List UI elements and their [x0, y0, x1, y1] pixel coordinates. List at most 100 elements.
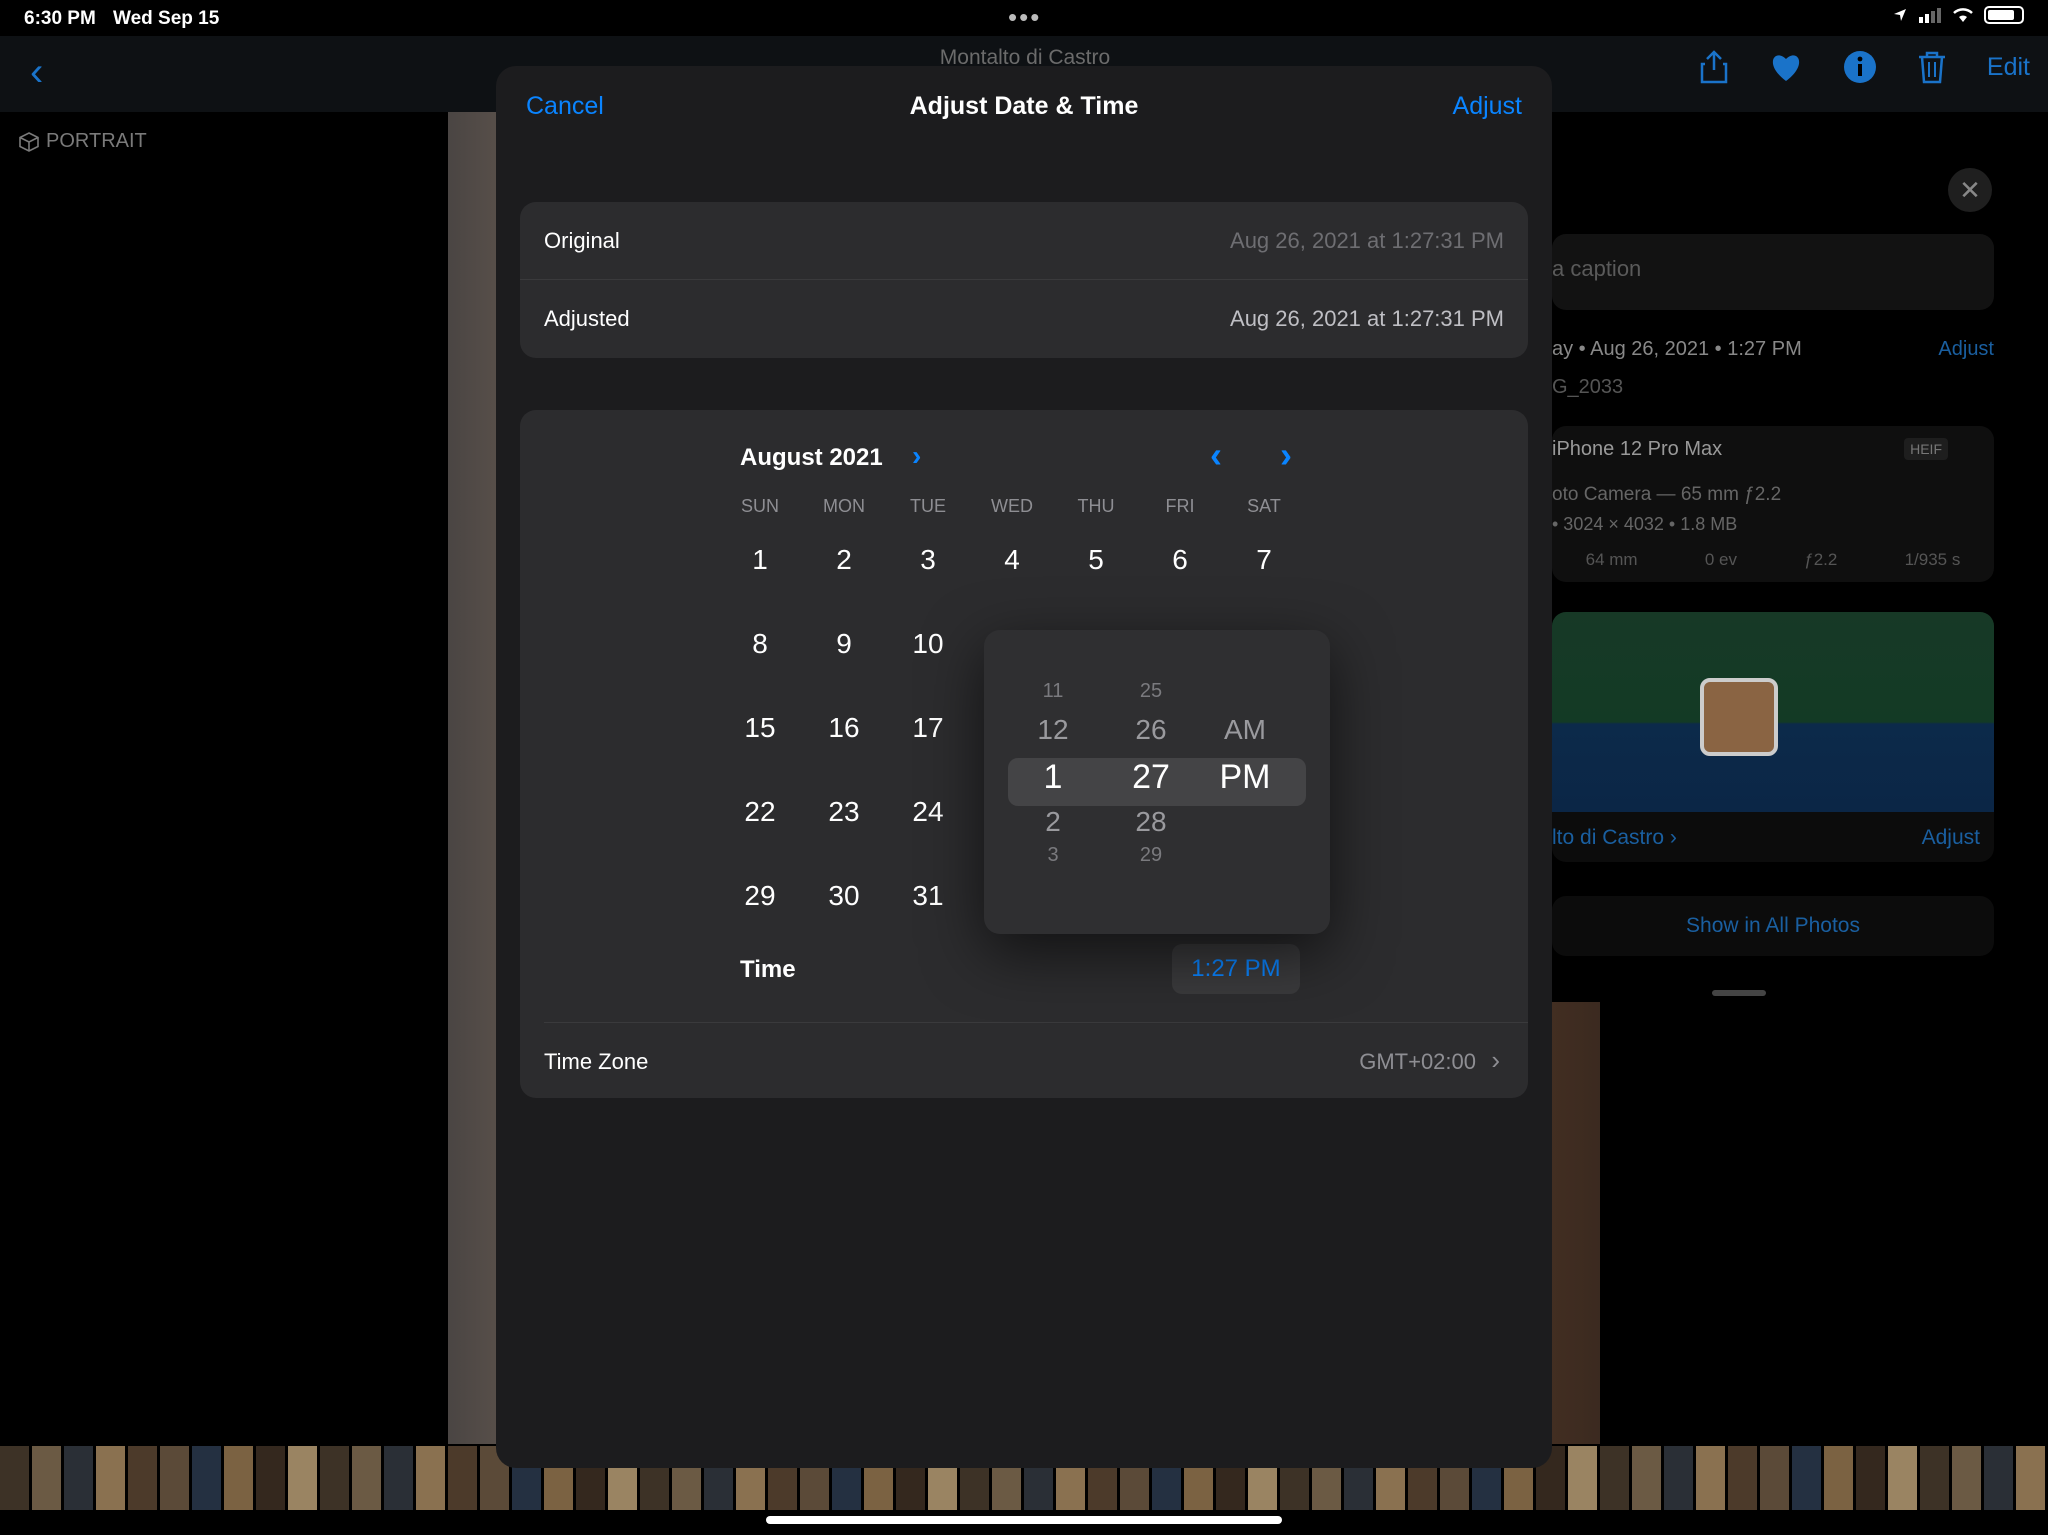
back-button[interactable]: ‹	[30, 50, 43, 95]
calendar-day-17[interactable]: 17	[898, 712, 958, 744]
format-badge: HEIF	[1904, 438, 1948, 460]
show-in-all-photos-button[interactable]: Show in All Photos	[1552, 896, 1994, 956]
filmstrip-thumbnail[interactable]	[1952, 1446, 1981, 1510]
calendar-day-8[interactable]: 8	[730, 628, 790, 660]
camera-info-card: iPhone 12 Pro Max HEIF oto Camera — 65 m…	[1552, 426, 1994, 582]
wifi-icon	[1953, 8, 1973, 22]
calendar-day-4[interactable]: 4	[982, 544, 1042, 576]
picker-minute-25[interactable]: 25	[1116, 680, 1186, 703]
filmstrip-thumbnail[interactable]	[0, 1446, 29, 1510]
location-icon	[1894, 9, 1906, 21]
filmstrip-thumbnail[interactable]	[192, 1446, 221, 1510]
calendar-day-15[interactable]: 15	[730, 712, 790, 744]
calendar-day-30[interactable]: 30	[814, 880, 874, 912]
filmstrip-thumbnail[interactable]	[1920, 1446, 1949, 1510]
picker-period-pm[interactable]: PM	[1210, 758, 1280, 797]
calendar-day-16[interactable]: 16	[814, 712, 874, 744]
favorite-heart-icon[interactable]	[1769, 52, 1803, 82]
filmstrip-thumbnail[interactable]	[96, 1446, 125, 1510]
location-adjust-link[interactable]: Adjust	[1922, 826, 1980, 850]
filmstrip-thumbnail[interactable]	[64, 1446, 93, 1510]
filmstrip-thumbnail[interactable]	[1824, 1446, 1853, 1510]
calendar-day-2[interactable]: 2	[814, 544, 874, 576]
shutter-speed: 1/935 s	[1904, 550, 1961, 569]
time-button[interactable]: 1:27 PM	[1172, 944, 1300, 994]
info-adjust-date-link[interactable]: Adjust	[1938, 338, 1994, 361]
time-label: Time	[740, 956, 796, 983]
panel-grabber[interactable]	[1712, 990, 1766, 996]
location-row: lto di Castro › Adjust	[1552, 812, 1994, 862]
date-summary-group: Original Aug 26, 2021 at 1:27:31 PM Adju…	[520, 202, 1528, 358]
time-picker-popover[interactable]: 11 12 1 2 3 25 26 27 28 29 AM PM	[984, 630, 1330, 934]
picker-hour-2[interactable]: 2	[1018, 806, 1088, 838]
filmstrip-thumbnail[interactable]	[2016, 1446, 2045, 1510]
caption-input[interactable]: a caption	[1552, 234, 1994, 310]
edit-button[interactable]: Edit	[1987, 53, 2030, 82]
calendar-day-31[interactable]: 31	[898, 880, 958, 912]
filmstrip-thumbnail[interactable]	[1984, 1446, 2013, 1510]
filmstrip-thumbnail[interactable]	[1888, 1446, 1917, 1510]
camera-model: iPhone 12 Pro Max	[1552, 438, 1723, 460]
filmstrip-thumbnail[interactable]	[1664, 1446, 1693, 1510]
trash-icon[interactable]	[1917, 50, 1947, 84]
filmstrip-thumbnail[interactable]	[1696, 1446, 1725, 1510]
original-row: Original Aug 26, 2021 at 1:27:31 PM	[520, 202, 1528, 280]
home-indicator[interactable]	[766, 1516, 1282, 1524]
previous-month-button[interactable]: ‹	[1210, 434, 1222, 476]
filmstrip-thumbnail[interactable]	[352, 1446, 381, 1510]
calendar-day-10[interactable]: 10	[898, 628, 958, 660]
adjusted-label: Adjusted	[544, 306, 630, 331]
filmstrip-thumbnail[interactable]	[1792, 1446, 1821, 1510]
picker-hour-1[interactable]: 1	[1018, 758, 1088, 797]
info-panel: ✕ a caption ay • Aug 26, 2021 • 1:27 PM …	[1552, 112, 2018, 1002]
filmstrip-thumbnail[interactable]	[128, 1446, 157, 1510]
filmstrip-thumbnail[interactable]	[224, 1446, 253, 1510]
multitasking-dots[interactable]: •••	[1008, 2, 1041, 33]
picker-minute-28[interactable]: 28	[1116, 806, 1186, 838]
filmstrip-thumbnail[interactable]	[1632, 1446, 1661, 1510]
calendar-day-29[interactable]: 29	[730, 880, 790, 912]
filmstrip-thumbnail[interactable]	[256, 1446, 285, 1510]
next-month-button[interactable]: ›	[1280, 434, 1292, 476]
filmstrip-thumbnail[interactable]	[1728, 1446, 1757, 1510]
filmstrip-thumbnail[interactable]	[320, 1446, 349, 1510]
calendar-day-9[interactable]: 9	[814, 628, 874, 660]
picker-hour-11[interactable]: 11	[1018, 680, 1088, 703]
adjust-button[interactable]: Adjust	[1453, 92, 1522, 121]
location-map[interactable]	[1552, 612, 1994, 812]
filmstrip-thumbnail[interactable]	[32, 1446, 61, 1510]
picker-period-am[interactable]: AM	[1210, 714, 1280, 746]
map-photo-pin[interactable]	[1700, 678, 1778, 756]
calendar-day-6[interactable]: 6	[1150, 544, 1210, 576]
time-zone-row[interactable]: Time Zone GMT+02:00 ›	[544, 1022, 1528, 1098]
location-link[interactable]: lto di Castro ›	[1552, 826, 1677, 850]
filmstrip-thumbnail[interactable]	[1568, 1446, 1597, 1510]
picker-minute-29[interactable]: 29	[1116, 844, 1186, 867]
month-year-button[interactable]: August 2021	[740, 444, 883, 472]
calendar-day-3[interactable]: 3	[898, 544, 958, 576]
share-icon[interactable]	[1699, 50, 1729, 84]
filmstrip-thumbnail[interactable]	[416, 1446, 445, 1510]
picker-minute-27[interactable]: 27	[1116, 758, 1186, 797]
battery-icon	[1984, 6, 2024, 24]
calendar-day-22[interactable]: 22	[730, 796, 790, 828]
filmstrip-thumbnail[interactable]	[1600, 1446, 1629, 1510]
calendar-day-5[interactable]: 5	[1066, 544, 1126, 576]
picker-hour-3[interactable]: 3	[1018, 844, 1088, 867]
filmstrip-thumbnail[interactable]	[160, 1446, 189, 1510]
chevron-right-icon[interactable]: ›	[912, 440, 921, 472]
picker-minute-26[interactable]: 26	[1116, 714, 1186, 746]
filmstrip-thumbnail[interactable]	[1760, 1446, 1789, 1510]
info-close-button[interactable]: ✕	[1948, 168, 1992, 212]
calendar-day-24[interactable]: 24	[898, 796, 958, 828]
calendar-day-23[interactable]: 23	[814, 796, 874, 828]
calendar-day-1[interactable]: 1	[730, 544, 790, 576]
filmstrip-thumbnail[interactable]	[1856, 1446, 1885, 1510]
filmstrip-thumbnail[interactable]	[384, 1446, 413, 1510]
calendar-day-7[interactable]: 7	[1234, 544, 1294, 576]
info-icon[interactable]	[1843, 50, 1877, 84]
picker-hour-12[interactable]: 12	[1018, 714, 1088, 746]
filmstrip-thumbnail[interactable]	[288, 1446, 317, 1510]
adjusted-row: Adjusted Aug 26, 2021 at 1:27:31 PM	[520, 280, 1528, 358]
filmstrip-thumbnail[interactable]	[448, 1446, 477, 1510]
